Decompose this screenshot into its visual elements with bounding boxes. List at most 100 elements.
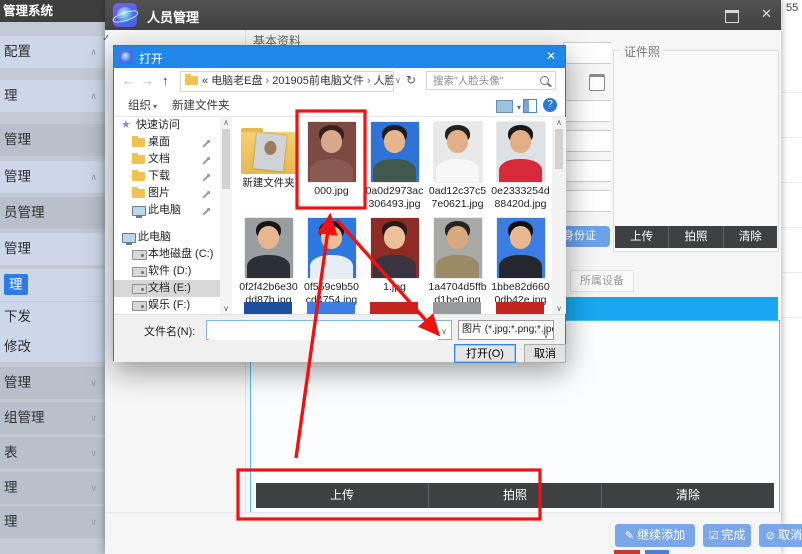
- capture-button[interactable]: 拍照: [668, 226, 722, 248]
- file-item-partial[interactable]: [433, 302, 481, 314]
- breadcrumb-segment[interactable]: 201905前电脑文件: [272, 75, 364, 87]
- search-input[interactable]: 搜索"人脸头像": [426, 71, 556, 90]
- sidebar-item-桌面[interactable]: 桌面: [114, 134, 220, 151]
- sidebar-item-8[interactable]: 下发: [0, 302, 105, 332]
- close-icon[interactable]: ✕: [761, 6, 772, 22]
- file-item[interactable]: 000.jpg: [301, 120, 362, 216]
- organize-menu[interactable]: 组织▾: [128, 97, 157, 113]
- file-item-partial[interactable]: [370, 302, 418, 314]
- capture-button[interactable]: 拍照: [428, 483, 601, 508]
- sidebar-item-label: 理: [4, 514, 18, 529]
- sidebar-item-1[interactable]: 配置∧: [0, 36, 105, 68]
- window-footer: ✎继续添加 ☑完成 ⊘取消: [105, 512, 781, 554]
- calendar-icon[interactable]: [589, 74, 605, 91]
- sidebar-quick-access[interactable]: ★快速访问: [114, 117, 220, 134]
- file-item-partial[interactable]: [496, 302, 544, 314]
- cancel-button[interactable]: 取消: [524, 344, 566, 363]
- sidebar-item-9[interactable]: 修改: [0, 332, 105, 362]
- upload-button[interactable]: 上传: [256, 483, 428, 508]
- sidebar-item-2[interactable]: 理∧: [0, 80, 105, 112]
- finish-button[interactable]: ☑完成: [703, 524, 751, 547]
- scroll-up-icon[interactable]: ∧: [220, 118, 232, 127]
- dialog-titlebar[interactable]: 打开 ✕: [114, 46, 565, 68]
- sidebar-item-14[interactable]: 理∨: [0, 506, 105, 538]
- file-item[interactable]: 0f559c9b50cd4754.jpg: [301, 216, 362, 312]
- thumbnail-view-icon[interactable]: [496, 100, 513, 113]
- sidebar-item-11[interactable]: 组管理∨: [0, 402, 105, 434]
- breadcrumb-segment[interactable]: 电脑老E盘: [211, 75, 262, 87]
- avatar-face: [510, 226, 531, 249]
- file-item-partial[interactable]: [307, 302, 355, 314]
- sidebar-item-6[interactable]: 管理: [0, 233, 105, 265]
- upload-button[interactable]: 上传: [615, 226, 668, 248]
- folder-icon: [132, 172, 145, 181]
- file-item[interactable]: 1a4704d5ffbd1be0.jpg: [427, 216, 488, 312]
- file-item[interactable]: 0f2f42b6e30dd87b.jpg: [238, 216, 299, 312]
- sidebar-this-pc[interactable]: 此电脑: [114, 229, 220, 246]
- sidebar-drive[interactable]: 本地磁盘 (C:): [114, 246, 220, 263]
- chevron-down-icon[interactable]: ∨: [441, 327, 447, 336]
- filename-input[interactable]: [209, 322, 438, 340]
- chevron-down-icon[interactable]: ▾: [517, 103, 521, 112]
- sidebar-item-13[interactable]: 理∨: [0, 472, 105, 504]
- scroll-down-icon[interactable]: ∨: [220, 304, 232, 313]
- sidebar-item-12[interactable]: 表∨: [0, 437, 105, 469]
- forward-icon[interactable]: →: [141, 73, 154, 88]
- chevron-down-icon[interactable]: ∨: [395, 76, 401, 85]
- close-icon[interactable]: ✕: [546, 49, 556, 63]
- form-input-partial[interactable]: [563, 160, 611, 182]
- back-icon[interactable]: ←: [122, 73, 135, 88]
- cancel-button[interactable]: ⊘取消: [759, 524, 802, 547]
- sidebar-scrollbar[interactable]: ∧ ∨: [220, 117, 232, 314]
- read-idcard-button[interactable]: 身份证: [563, 226, 610, 247]
- file-item[interactable]: 0ad12c37c57e0621.jpg: [427, 120, 488, 216]
- scroll-down-icon[interactable]: ∨: [552, 304, 566, 313]
- sidebar-item-此电脑[interactable]: 此电脑: [114, 202, 220, 219]
- open-button[interactable]: 打开(O): [454, 344, 516, 363]
- sidebar-item-文档[interactable]: 文档: [114, 151, 220, 168]
- form-input-partial[interactable]: [563, 190, 611, 212]
- breadcrumb[interactable]: « 电脑老E盘›201905前电脑文件›人脸头像›: [180, 71, 394, 92]
- sidebar-item-10[interactable]: 管理∨: [0, 367, 105, 399]
- sidebar-item-图片[interactable]: 图片: [114, 185, 220, 202]
- sidebar-drive[interactable]: 软件 (D:): [114, 263, 220, 280]
- file-item[interactable]: 1.jpg: [364, 216, 425, 312]
- refresh-icon[interactable]: ↻: [406, 73, 416, 87]
- help-icon[interactable]: ?: [543, 98, 557, 112]
- file-item-partial[interactable]: [244, 302, 292, 314]
- scrollbar-thumb[interactable]: [555, 129, 563, 169]
- new-folder-button[interactable]: 新建文件夹: [172, 97, 230, 113]
- sidebar-item-7[interactable]: 理: [0, 269, 105, 301]
- file-item-folder[interactable]: 新建文件夹: [238, 120, 299, 216]
- photo-thumbnail: [245, 218, 293, 278]
- sidebar-item-label: 理: [4, 88, 18, 103]
- continue-add-button[interactable]: ✎继续添加: [615, 524, 695, 547]
- file-item[interactable]: 0e2333254d88420d.jpg: [490, 120, 551, 216]
- restore-icon[interactable]: [725, 10, 739, 23]
- filename-combobox[interactable]: ∨: [206, 320, 452, 340]
- file-list-scrollbar[interactable]: ∧ ∨: [552, 117, 566, 314]
- form-input-partial[interactable]: [563, 42, 611, 64]
- folder-icon: [132, 189, 145, 198]
- sidebar-drive[interactable]: 娱乐 (F:): [114, 297, 220, 314]
- clear-button[interactable]: 清除: [723, 226, 777, 248]
- file-name: 1.jpg: [364, 281, 425, 294]
- sidebar-item-4[interactable]: 管理∧: [0, 161, 105, 193]
- form-input-partial[interactable]: [563, 100, 611, 122]
- form-input-partial[interactable]: [563, 130, 611, 152]
- sidebar-item-下载[interactable]: 下载: [114, 168, 220, 185]
- sidebar-item-3[interactable]: 管理: [0, 124, 105, 156]
- file-item[interactable]: 0a0d2973ac306493.jpg: [364, 120, 425, 216]
- sidebar-item-5[interactable]: 员管理: [0, 197, 105, 229]
- filetype-filter[interactable]: 图片 (*.jpg;*.png;*.jpeg;*.bm ∨: [458, 320, 554, 340]
- file-item[interactable]: 1bbe82d6600db42e.jpg: [490, 216, 551, 312]
- scrollbar-thumb[interactable]: [222, 129, 230, 189]
- preview-pane-icon[interactable]: [523, 99, 537, 113]
- clear-button[interactable]: 清除: [601, 483, 774, 508]
- up-icon[interactable]: ↑: [162, 73, 169, 88]
- device-tab[interactable]: 所属设备: [570, 270, 634, 292]
- breadcrumb-segment[interactable]: 人脸头像: [374, 75, 394, 87]
- sidebar-drive[interactable]: 文档 (E:): [114, 280, 220, 297]
- scroll-up-icon[interactable]: ∧: [552, 118, 566, 127]
- photo-thumbnail: [308, 218, 356, 278]
